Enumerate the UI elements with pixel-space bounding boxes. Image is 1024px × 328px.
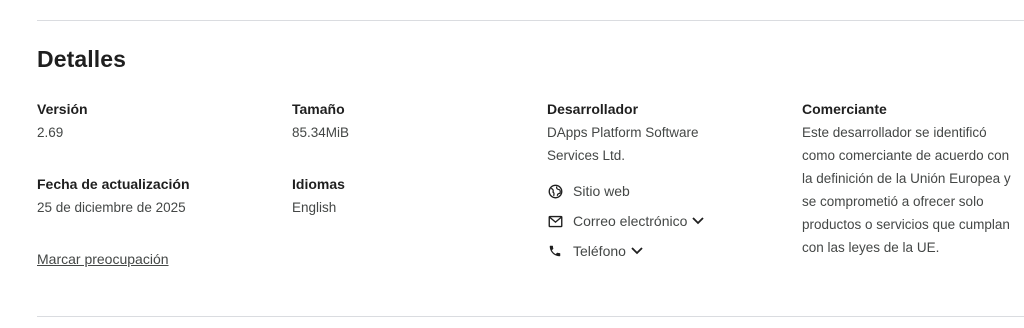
flag-concern-link[interactable]: Marcar preocupación — [37, 248, 169, 270]
top-divider — [37, 20, 1024, 21]
merchant-field: Comerciante Este desarrollador se identi… — [802, 98, 1017, 259]
merchant-label: Comerciante — [802, 101, 887, 117]
website-link[interactable]: Sitio web — [547, 181, 630, 201]
updated-field: Fecha de actualización 25 de diciembre d… — [37, 173, 190, 219]
languages-value: English — [292, 200, 337, 215]
section-title: Detalles — [37, 46, 127, 72]
size-field: Tamaño 85.34MiB — [292, 98, 349, 144]
version-field: Versión 2.69 — [37, 98, 88, 144]
phone-toggle[interactable]: Teléfono — [547, 241, 643, 261]
size-label: Tamaño — [292, 101, 345, 117]
email-toggle[interactable]: Correo electrónico — [547, 211, 705, 231]
merchant-text: Este desarrollador se identificó como co… — [802, 125, 1011, 255]
developer-label: Desarrollador — [547, 101, 639, 117]
version-label: Versión — [37, 101, 88, 117]
globe-icon — [547, 183, 563, 199]
bottom-divider — [37, 316, 1024, 317]
updated-label: Fecha de actualización — [37, 176, 190, 192]
languages-field: Idiomas English — [292, 173, 345, 219]
developer-name: DApps Platform Software Services Ltd. — [547, 125, 699, 163]
phone-label: Teléfono — [573, 243, 626, 259]
phone-icon — [547, 243, 563, 259]
chevron-down-icon — [631, 247, 643, 255]
details-section: Detalles Versión 2.69 Fecha de actualiza… — [0, 0, 1024, 328]
website-label: Sitio web — [573, 183, 630, 199]
size-value: 85.34MiB — [292, 125, 350, 140]
envelope-icon — [547, 213, 563, 229]
languages-label: Idiomas — [292, 176, 345, 192]
email-label: Correo electrónico — [573, 213, 688, 229]
version-value: 2.69 — [37, 125, 64, 140]
developer-field: Desarrollador DApps Platform Software Se… — [547, 98, 737, 167]
updated-value: 25 de diciembre de 2025 — [37, 200, 186, 215]
chevron-down-icon — [692, 217, 705, 225]
